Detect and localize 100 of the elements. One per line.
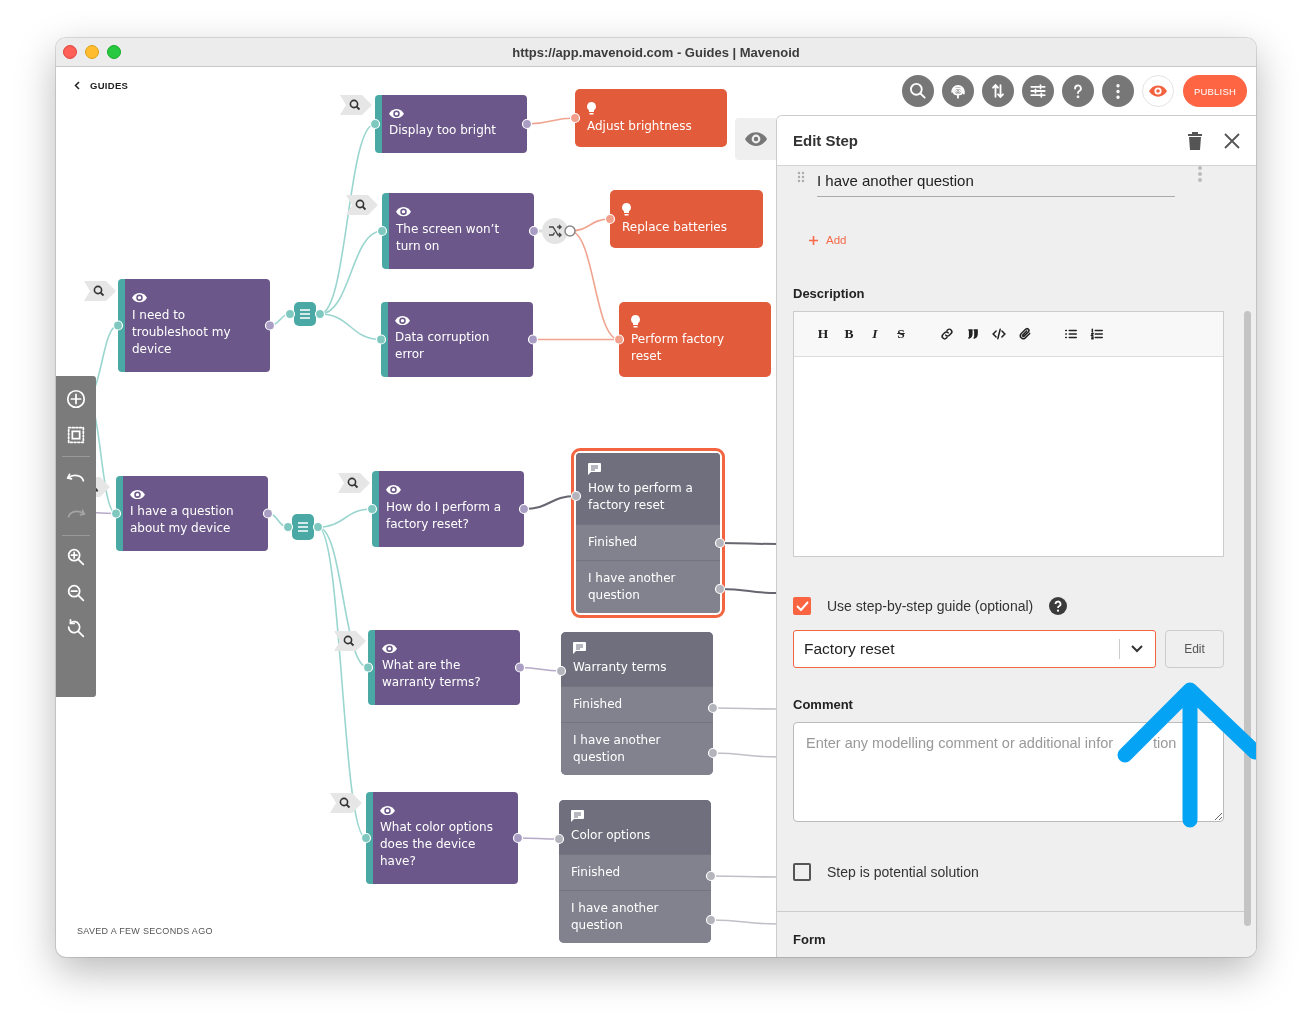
chat-icon: [588, 463, 601, 475]
node-text: Data corruption error: [395, 329, 491, 364]
zoom-in-icon[interactable]: [65, 546, 87, 568]
chevron-left-icon: [74, 81, 80, 90]
help-button[interactable]: [1062, 75, 1094, 107]
solution-node[interactable]: Adjust brightness: [575, 89, 727, 147]
question-node[interactable]: How do I perform a factory reset?: [372, 471, 524, 547]
search-tag[interactable]: [346, 195, 378, 215]
question-node[interactable]: Display too bright: [375, 95, 527, 153]
eye-icon: [386, 485, 401, 495]
search-icon: [908, 81, 928, 101]
question-node[interactable]: I need to troubleshoot my device: [118, 279, 270, 372]
node-text: The screen won’t turn on: [396, 220, 501, 255]
node-text: What are the warranty terms?: [382, 657, 482, 692]
eye-icon: [132, 293, 147, 303]
edit-guide-button[interactable]: Edit: [1165, 630, 1224, 668]
node-text: What color options does the device have?: [380, 819, 494, 871]
section-title: Form: [793, 932, 827, 947]
lightbulb-icon: [622, 202, 631, 216]
plus-icon: [809, 235, 818, 245]
eye-icon: [380, 805, 395, 816]
panel-title: Edit Step: [793, 132, 859, 149]
italic-tool[interactable]: I: [862, 324, 888, 344]
chat-icon: [571, 810, 584, 822]
question-node[interactable]: What color options does the device have?: [366, 792, 518, 884]
drag-handle-icon[interactable]: [797, 171, 805, 183]
delete-button[interactable]: [1188, 131, 1202, 150]
guide-title: Color options: [571, 827, 652, 844]
checkbox-label: Use step-by-step guide (optional): [827, 598, 1034, 614]
close-window-button[interactable]: [63, 45, 77, 59]
node-text: I have a question about my device: [130, 503, 235, 538]
search-tag[interactable]: [340, 95, 372, 115]
field-label: Description: [793, 286, 866, 301]
node-text: I need to troubleshoot my device: [132, 306, 232, 358]
question-node[interactable]: I have a question about my device: [116, 476, 268, 551]
question-node[interactable]: Data corruption error: [381, 302, 533, 377]
search-tag[interactable]: [334, 631, 366, 651]
zoom-window-button[interactable]: [107, 45, 121, 59]
branch-node[interactable]: [542, 218, 568, 244]
save-status: SAVED A FEW SECONDS AGO: [77, 926, 213, 936]
bold-tool[interactable]: B: [836, 324, 862, 344]
preview-button[interactable]: [1142, 75, 1174, 107]
add-icon[interactable]: [65, 388, 87, 410]
connector-port[interactable]: [564, 225, 576, 237]
node-text: How do I perform a factory reset?: [386, 498, 503, 533]
lightbulb-icon: [587, 101, 596, 115]
chatbot-button[interactable]: [942, 75, 974, 107]
settings-button[interactable]: [1022, 75, 1054, 107]
search-button[interactable]: [902, 75, 934, 107]
checkbox[interactable]: [793, 863, 811, 881]
field-label: Comment: [793, 697, 854, 712]
node-text: Display too bright: [389, 122, 498, 140]
eye-icon: [382, 643, 397, 654]
guide-node[interactable]: How to perform a factory reset Finished I have another question: [571, 448, 725, 618]
node-text: Perform factory reset: [631, 330, 726, 365]
scrollbar[interactable]: [1244, 311, 1251, 926]
node-text: Adjust brightness: [587, 117, 693, 135]
chevron-down-icon: [1131, 645, 1143, 653]
more-icon: [1116, 83, 1120, 99]
zoom-out-icon[interactable]: [65, 582, 87, 604]
eye-icon: [396, 207, 411, 217]
chat-icon: [573, 642, 586, 654]
eye-icon: [395, 315, 410, 326]
sliders-icon: [1028, 81, 1048, 101]
select-area-icon[interactable]: [65, 424, 87, 446]
list-node[interactable]: [292, 514, 314, 540]
back-link[interactable]: GUIDES: [74, 80, 129, 91]
preview-toggle-button[interactable]: [735, 118, 776, 160]
search-tag[interactable]: [84, 281, 116, 301]
question-node[interactable]: The screen won’t turn on: [382, 193, 534, 269]
question-node[interactable]: What are the warranty terms?: [368, 630, 520, 705]
more-button[interactable]: [1102, 75, 1134, 107]
search-tag[interactable]: [330, 793, 362, 813]
search-tag[interactable]: [338, 473, 370, 493]
solution-node[interactable]: Perform factory reset: [619, 302, 771, 377]
guide-title: How to perform a factory reset: [588, 480, 694, 514]
checkbox-label: Step is potential solution: [827, 864, 979, 880]
guide-node[interactable]: Color options Finished I have another question: [559, 800, 711, 943]
answer-field[interactable]: I have another question: [817, 166, 1175, 197]
lightbulb-icon: [631, 314, 640, 328]
strike-tool[interactable]: S: [888, 324, 914, 344]
list-node[interactable]: [294, 302, 316, 326]
node-text: Replace batteries: [622, 218, 728, 236]
help-icon[interactable]: [1049, 597, 1068, 615]
description-editor[interactable]: H B I S: [793, 311, 1224, 557]
placeholder-text: tion: [1153, 735, 1177, 752]
zoom-reset-icon[interactable]: [65, 618, 87, 640]
solution-node[interactable]: Replace batteries: [610, 190, 763, 248]
eye-icon: [389, 108, 404, 119]
window-title: https://app.mavenoid.com - Guides | Mavenoid: [512, 44, 800, 60]
checkbox[interactable]: [793, 597, 811, 615]
guide-title: Warranty terms: [573, 659, 668, 676]
close-button[interactable]: [1224, 132, 1240, 149]
guide-node[interactable]: Warranty terms Finished I have another question: [561, 632, 713, 775]
heading-tool[interactable]: H: [810, 324, 836, 344]
eye-icon: [130, 489, 145, 500]
guide-select[interactable]: Factory reset: [793, 630, 1156, 668]
eye-icon: [744, 132, 767, 146]
sort-button[interactable]: [982, 75, 1014, 107]
eye-icon: [1149, 85, 1167, 97]
